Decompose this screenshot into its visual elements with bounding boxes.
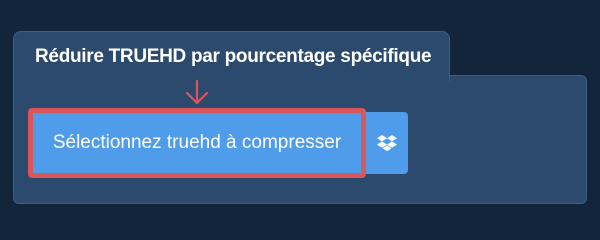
tab-joint — [14, 74, 449, 78]
dropbox-icon — [377, 135, 397, 152]
dropbox-button[interactable] — [366, 112, 408, 174]
select-file-button[interactable]: Sélectionnez truehd à compresser — [28, 108, 366, 178]
panel-title: Réduire TRUEHD par pourcentage spécifiqu… — [35, 45, 432, 67]
select-file-label: Sélectionnez truehd à compresser — [52, 132, 342, 153]
arrow-down-icon — [185, 79, 209, 105]
